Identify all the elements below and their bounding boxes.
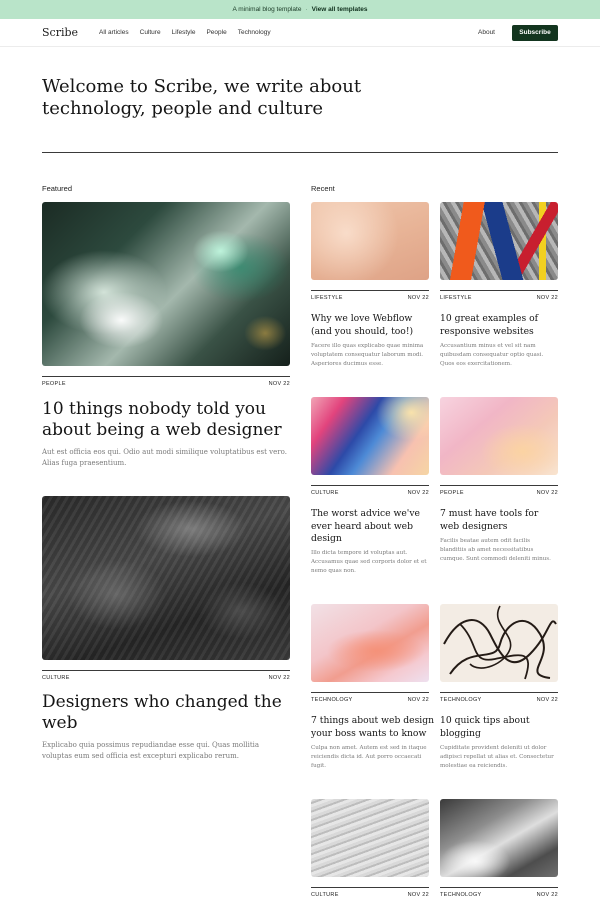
post-category[interactable]: TECHNOLOGY <box>440 892 482 898</box>
divider <box>42 376 290 377</box>
site-logo[interactable]: Scribe <box>42 26 99 39</box>
nav-link-people[interactable]: People <box>206 29 226 36</box>
featured-post-title[interactable]: 10 things nobody told you about being a … <box>42 399 290 441</box>
recent-post-excerpt: Accusantium minus et vel sit nam quibusd… <box>440 343 544 367</box>
nav-link-all-articles[interactable]: All articles <box>99 29 129 36</box>
featured-post-image[interactable] <box>42 202 290 366</box>
divider <box>440 485 558 486</box>
recent-post-title[interactable]: Why we love Webflow (and you should, too… <box>311 313 435 338</box>
subscribe-button[interactable]: Subscribe <box>512 24 558 41</box>
recent-label: Recent <box>311 184 335 193</box>
top-navigation: Scribe All articles Culture Lifestyle Pe… <box>0 19 600 47</box>
nav-link-lifestyle[interactable]: Lifestyle <box>172 29 196 36</box>
nav-links: All articles Culture Lifestyle People Te… <box>99 29 271 36</box>
post-category[interactable]: TECHNOLOGY <box>311 697 353 703</box>
post-date: NOV 22 <box>407 490 429 496</box>
post-date: NOV 22 <box>407 697 429 703</box>
post-date: NOV 22 <box>268 675 290 681</box>
divider <box>311 692 429 693</box>
nav-link-culture[interactable]: Culture <box>140 29 161 36</box>
post-category[interactable]: PEOPLE <box>42 381 66 387</box>
post-date: NOV 22 <box>536 697 558 703</box>
banner-separator: · <box>305 6 308 13</box>
featured-post-image[interactable] <box>42 496 290 660</box>
post-category[interactable]: TECHNOLOGY <box>440 697 482 703</box>
post-meta: CULTURE NOV 22 <box>311 892 429 898</box>
nav-link-about[interactable]: About <box>478 29 495 36</box>
recent-post-title[interactable]: 10 quick tips about blogging <box>440 715 558 740</box>
post-meta: LIFESTYLE NOV 22 <box>311 295 429 301</box>
recent-post-excerpt: Illo dicta tempore id voluptas aut. Accu… <box>311 550 427 574</box>
recent-post-image[interactable] <box>311 397 429 475</box>
recent-post-image[interactable] <box>311 604 429 682</box>
post-date: NOV 22 <box>268 381 290 387</box>
post-date: NOV 22 <box>536 892 558 898</box>
post-category[interactable]: CULTURE <box>311 490 339 496</box>
divider <box>42 670 290 671</box>
featured-post-excerpt: Aut est officia eos qui. Odio aut modi s… <box>42 448 287 467</box>
divider <box>440 692 558 693</box>
banner-text: A minimal blog template <box>232 6 302 13</box>
post-category[interactable]: LIFESTYLE <box>440 295 472 301</box>
post-meta: TECHNOLOGY NOV 22 <box>311 697 429 703</box>
announcement-banner: A minimal blog template · View all templ… <box>0 0 600 19</box>
featured-post-title[interactable]: Designers who changed the web <box>42 692 290 734</box>
hero-title: Welcome to Scribe, we write about techno… <box>42 76 362 119</box>
post-meta: PEOPLE NOV 22 <box>42 381 290 387</box>
recent-post-image[interactable] <box>311 202 429 280</box>
recent-post-image[interactable] <box>440 397 558 475</box>
recent-post-title[interactable]: 7 must have tools for web designers <box>440 508 558 533</box>
post-category[interactable]: PEOPLE <box>440 490 464 496</box>
recent-post-image[interactable] <box>440 202 558 280</box>
recent-post-image[interactable] <box>440 799 558 877</box>
recent-post-title[interactable]: 7 things about web design your boss want… <box>311 715 435 740</box>
recent-post-excerpt: Facilis beatae autem odit facilis blandi… <box>440 538 551 562</box>
divider <box>311 887 429 888</box>
post-meta: TECHNOLOGY NOV 22 <box>440 697 558 703</box>
recent-post-title[interactable]: The worst advice we've ever heard about … <box>311 508 429 546</box>
post-meta: CULTURE NOV 22 <box>42 675 290 681</box>
featured-post-excerpt: Explicabo quia possimus repudiandae esse… <box>42 741 260 760</box>
post-meta: CULTURE NOV 22 <box>311 490 429 496</box>
post-category[interactable]: CULTURE <box>42 675 70 681</box>
recent-post-excerpt: Cupiditate provident deleniti ut dolor a… <box>440 745 554 769</box>
divider <box>311 485 429 486</box>
post-meta: LIFESTYLE NOV 22 <box>440 295 558 301</box>
post-meta: PEOPLE NOV 22 <box>440 490 558 496</box>
divider <box>440 290 558 291</box>
post-date: NOV 22 <box>407 295 429 301</box>
recent-post-image[interactable] <box>311 799 429 877</box>
featured-label: Featured <box>42 184 73 193</box>
recent-post-image[interactable] <box>440 604 558 682</box>
post-date: NOV 22 <box>536 295 558 301</box>
recent-post-title[interactable]: 10 great examples of responsive websites <box>440 313 558 338</box>
post-category[interactable]: LIFESTYLE <box>311 295 343 301</box>
recent-post-excerpt: Facere illo quas explicabo quae minima v… <box>311 343 424 367</box>
hero-divider <box>42 152 558 153</box>
line-art-icon <box>443 605 557 680</box>
view-all-templates-link[interactable]: View all templates <box>312 6 368 13</box>
nav-link-technology[interactable]: Technology <box>238 29 271 36</box>
recent-post-excerpt: Culpa non amet. Autem est sed in itaque … <box>311 745 427 769</box>
post-meta: TECHNOLOGY NOV 22 <box>440 892 558 898</box>
post-category[interactable]: CULTURE <box>311 892 339 898</box>
post-date: NOV 22 <box>536 490 558 496</box>
divider <box>440 887 558 888</box>
divider <box>311 290 429 291</box>
post-date: NOV 22 <box>407 892 429 898</box>
